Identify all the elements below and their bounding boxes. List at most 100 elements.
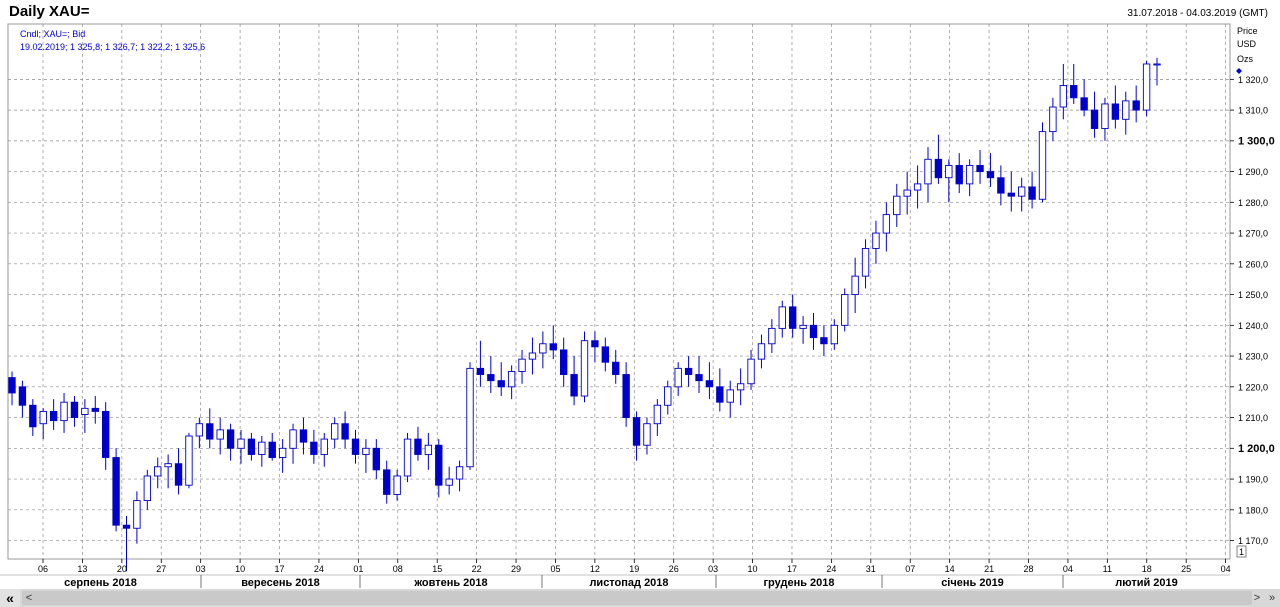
candle-body [664, 386, 672, 406]
x-tick-label: 22 [472, 564, 482, 574]
bottom-right-label: 1 [1239, 547, 1244, 557]
candle-body [809, 324, 818, 339]
candle-body [872, 232, 880, 249]
candle-body [1111, 103, 1120, 120]
candle-body [445, 478, 453, 486]
candle-body [1007, 192, 1015, 197]
candle-body [997, 177, 1005, 194]
legend-line-1: Cndl; XAU=; Bid [20, 29, 85, 39]
candle-body [81, 407, 89, 415]
x-tick-label: 18 [1142, 564, 1152, 574]
candle-body [799, 324, 807, 329]
candle-body [143, 475, 151, 502]
candle-body [820, 337, 828, 345]
candle-body [601, 346, 609, 363]
candle-body [549, 343, 557, 351]
x-tick-label: 19 [629, 564, 639, 574]
x-tick-label: 27 [156, 564, 166, 574]
x-tick-label: 04 [1063, 564, 1073, 574]
y-tick-label: 1 310,0 [1238, 106, 1268, 116]
candle-body [945, 164, 953, 179]
candle-body [986, 171, 995, 179]
candle-body [185, 435, 193, 486]
x-tick-label: 05 [550, 564, 560, 574]
candle-body [789, 306, 797, 329]
month-label: січень 2019 [941, 577, 1004, 589]
x-tick-label: 11 [1103, 564, 1112, 574]
candle-body [195, 423, 204, 437]
scroll-track[interactable] [22, 591, 1252, 605]
candle-body [1142, 63, 1151, 111]
candle-body [830, 324, 838, 345]
candle-body [913, 183, 922, 191]
candle-body [414, 438, 422, 455]
candle-body [341, 423, 349, 440]
scroll-right-button[interactable]: > [1250, 589, 1264, 607]
x-tick-label: 06 [38, 564, 48, 574]
y-tick-label: 1 170,0 [1238, 536, 1268, 546]
candle-body [778, 306, 786, 329]
candle-body [226, 429, 235, 449]
candle-body [612, 361, 620, 375]
candle-body [695, 374, 703, 382]
candle-body [174, 463, 183, 486]
candle-body [310, 441, 318, 455]
candle-body [268, 441, 276, 458]
y-tick-label: 1 290,0 [1238, 167, 1268, 177]
candle-body [1080, 97, 1088, 111]
double-chevron-left-icon[interactable]: « [0, 589, 20, 607]
legend-line-2: 19.02.2019; 1 325,8; 1 326,7; 1 322,2; 1… [20, 42, 205, 52]
candle-body [8, 377, 16, 394]
candle-body [1132, 100, 1140, 111]
candle-body [1153, 63, 1161, 66]
x-tick-label: 01 [353, 564, 363, 574]
x-tick-label: 03 [708, 564, 718, 574]
x-tick-label: 08 [393, 564, 403, 574]
candle-body [497, 380, 505, 388]
candle-body [643, 423, 651, 446]
candle-body [560, 349, 568, 375]
candle-body [1059, 85, 1067, 108]
candlestick-chart[interactable]: 1 170,01 180,01 190,01 200,01 210,01 220… [0, 0, 1280, 589]
candle-body [1018, 186, 1026, 197]
last-price-marker-icon [1236, 68, 1242, 74]
y-tick-label: 1 190,0 [1238, 475, 1268, 485]
candle-body [18, 386, 27, 406]
x-tick-label: 10 [235, 564, 245, 574]
scroll-left-button[interactable]: < [22, 589, 36, 607]
candle-body [320, 438, 328, 455]
candle-body [518, 358, 526, 372]
candle-body [216, 429, 224, 440]
x-axis: 06 13 20 27 03 10 17 24 01 08 15 22 29 05 12 19 26 03 10 17… [0, 559, 1231, 589]
candle-body [435, 444, 443, 486]
candle-body [455, 466, 464, 480]
candle-body [976, 164, 984, 173]
candle-body [882, 214, 891, 234]
candle-body [403, 438, 412, 477]
candle-body [122, 524, 131, 529]
candle-body [674, 367, 682, 388]
candle-body [1101, 103, 1109, 129]
candle-body [487, 374, 495, 382]
candle-body [851, 275, 859, 296]
scroll-end-button[interactable]: » [1265, 589, 1279, 607]
candle-body [331, 423, 339, 440]
candle-body [768, 327, 776, 345]
x-tick-label: 14 [945, 564, 955, 574]
candle-body [237, 438, 245, 449]
candle-body [466, 367, 474, 468]
x-tick-label: 21 [984, 564, 994, 574]
y-tick-label: 1 180,0 [1238, 505, 1268, 515]
x-tick-label: 28 [1023, 564, 1033, 574]
x-tick-label: 25 [1181, 564, 1191, 574]
candle-body [206, 423, 214, 440]
candle-body [164, 463, 172, 468]
candle-body [747, 358, 755, 385]
candle-body [570, 374, 578, 397]
candle-body [70, 401, 79, 419]
candle-body [1038, 131, 1047, 200]
candle-body [1028, 186, 1036, 200]
candle-body [476, 367, 485, 375]
candle-body [299, 429, 308, 443]
candle-body [528, 352, 537, 360]
